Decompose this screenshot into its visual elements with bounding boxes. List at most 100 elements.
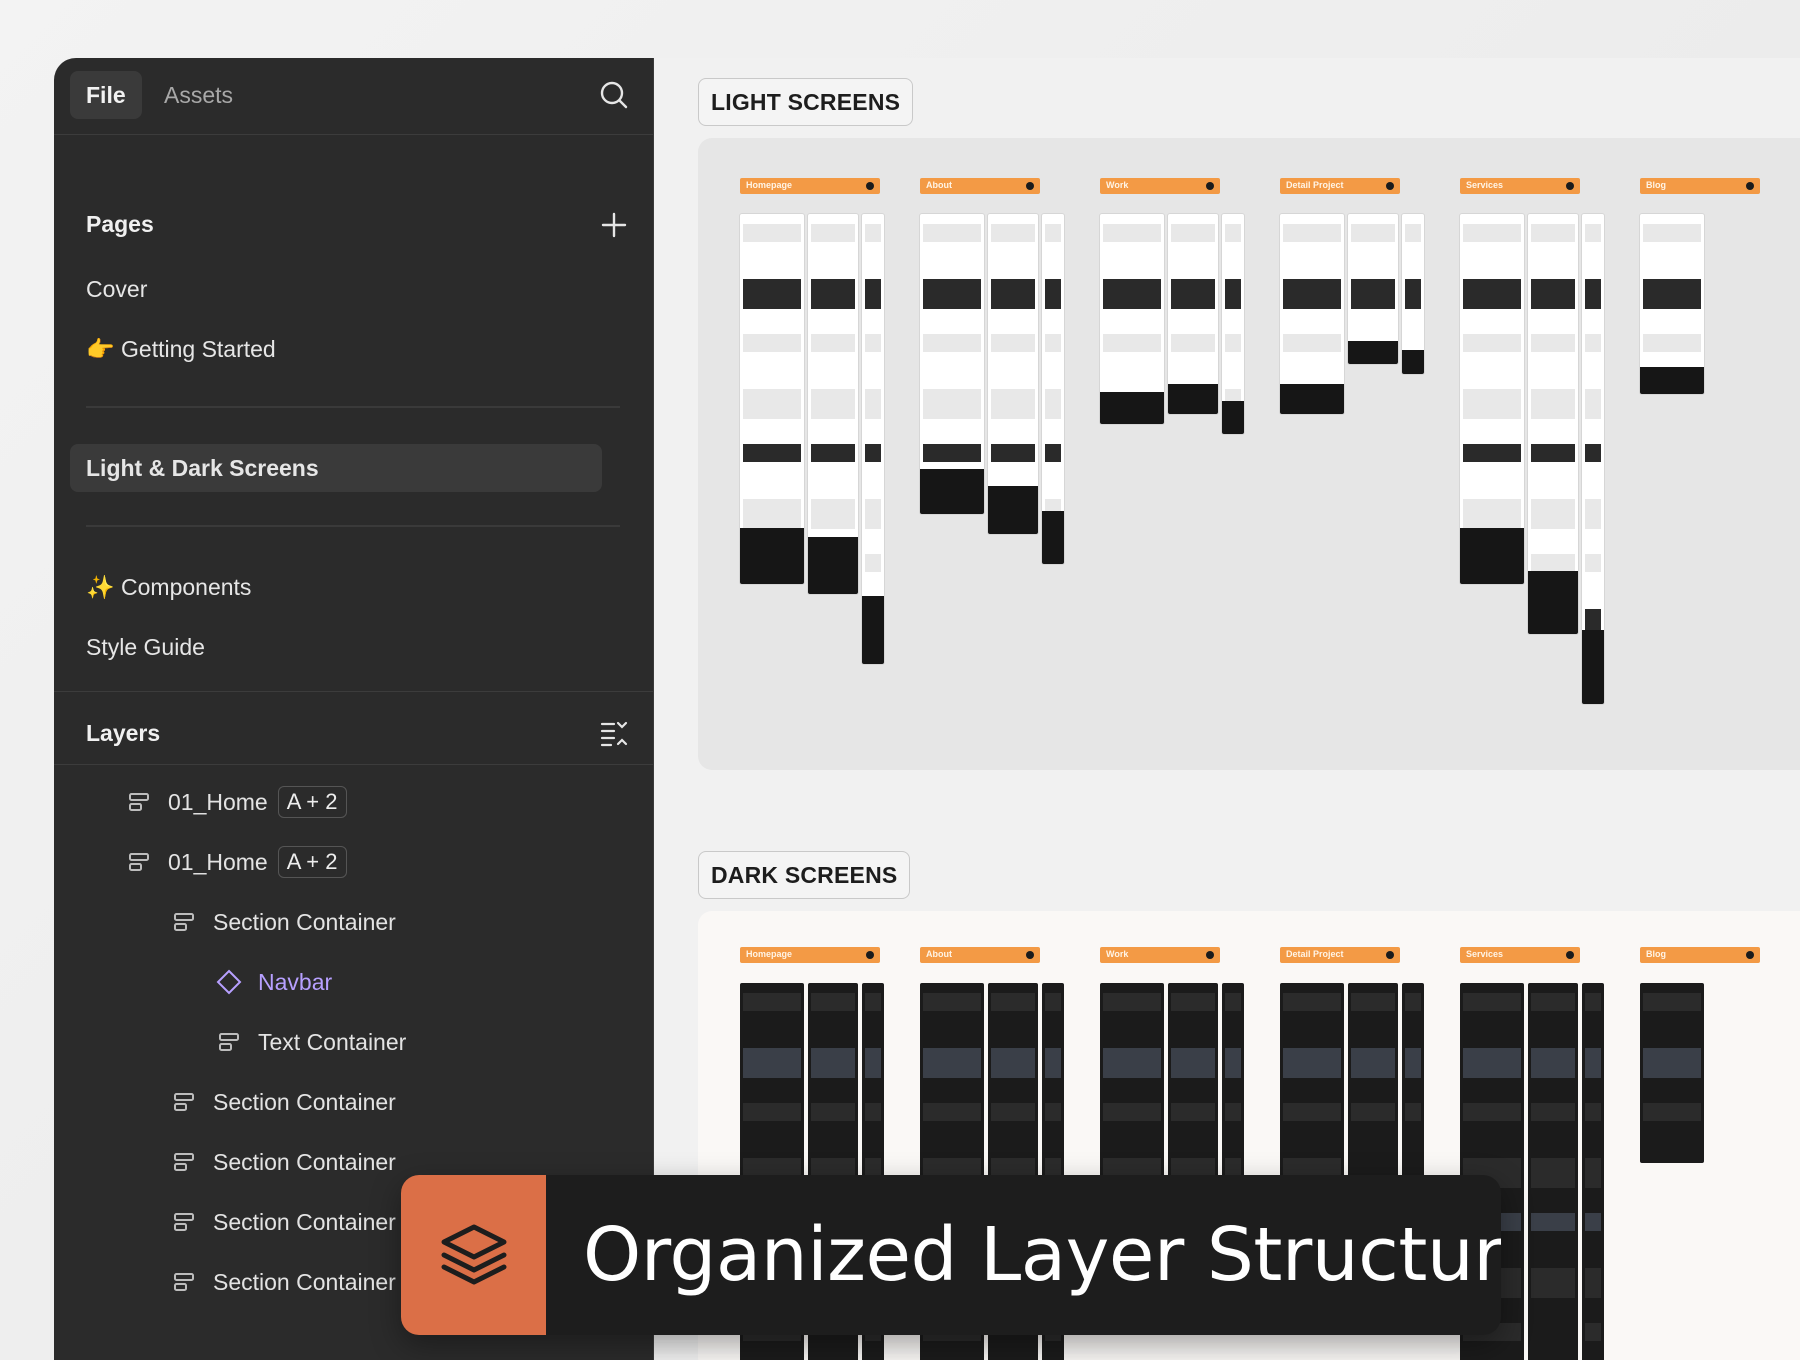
thumbnail-block — [1351, 224, 1395, 242]
thumbnail-block — [1405, 993, 1421, 1011]
thumbnail-block — [1531, 334, 1575, 352]
screen-thumbnail[interactable] — [1640, 214, 1704, 394]
dark-screens-label[interactable]: DARK SCREENS — [698, 851, 911, 899]
page-item-light-dark-screens[interactable]: Light & Dark Screens — [70, 444, 602, 492]
screen-tag[interactable]: Services — [1460, 947, 1580, 963]
layer-row[interactable]: 01_Home A + 2 — [126, 784, 347, 820]
toggle-dot-icon — [1386, 182, 1394, 190]
layer-row[interactable]: Section Container — [171, 904, 396, 940]
screen-thumbnail[interactable] — [1402, 983, 1424, 1193]
screen-thumbnail[interactable] — [1640, 983, 1704, 1163]
thumbnail-footer — [1528, 571, 1578, 634]
thumbnail-block — [991, 1048, 1035, 1078]
screen-thumbnail[interactable] — [1582, 983, 1604, 1360]
thumbnail-block — [1225, 993, 1241, 1011]
screen-tag[interactable]: About — [920, 947, 1040, 963]
add-page-icon[interactable] — [597, 208, 631, 242]
thumbnail-block — [923, 334, 981, 352]
screen-tag[interactable]: About — [920, 178, 1040, 194]
page-item-style-guide[interactable]: Style Guide — [86, 634, 205, 661]
thumbnail-block — [1171, 1048, 1215, 1078]
light-screens-label[interactable]: LIGHT SCREENS — [698, 78, 914, 126]
layer-row[interactable]: Text Container — [216, 1024, 406, 1060]
stack-icon — [171, 1089, 197, 1115]
screen-thumbnail[interactable] — [1222, 214, 1244, 434]
thumbnail-block — [865, 444, 881, 462]
screen-thumbnail[interactable] — [1280, 214, 1344, 414]
layer-row[interactable]: Section Container — [171, 1084, 396, 1120]
screen-thumbnail[interactable] — [1402, 214, 1424, 374]
toggle-dot-icon — [866, 951, 874, 959]
screen-thumbnail[interactable] — [1348, 214, 1398, 364]
stack-icon — [171, 909, 197, 935]
screen-tag-label: About — [926, 180, 952, 190]
screen-tag[interactable]: Work — [1100, 178, 1220, 194]
thumbnail-block — [865, 554, 881, 572]
layer-name: Section Container — [213, 1208, 396, 1235]
page-item-getting-started[interactable]: 👉 Getting Started — [86, 336, 276, 363]
thumbnail-block — [1643, 993, 1701, 1011]
layer-name: 01_Home — [168, 788, 268, 815]
screen-tag[interactable]: Blog — [1640, 178, 1760, 194]
layer-row[interactable]: Navbar — [216, 964, 332, 1000]
layer-name: 01_Home — [168, 848, 268, 875]
screen-tag[interactable]: Detail Project — [1280, 947, 1400, 963]
thumbnail-block — [1225, 279, 1241, 309]
screen-thumbnail[interactable] — [1042, 214, 1064, 564]
thumbnail-block — [865, 499, 881, 529]
thumbnail-block — [1283, 224, 1341, 242]
screen-tag-label: Blog — [1646, 949, 1666, 959]
thumbnail-footer — [1348, 341, 1398, 364]
screen-thumbnail[interactable] — [1460, 214, 1524, 584]
tab-assets[interactable]: Assets — [148, 71, 249, 119]
thumbnail-block — [1405, 1048, 1421, 1078]
screen-thumbnail[interactable] — [1528, 214, 1578, 634]
thumbnail-block — [743, 993, 801, 1011]
screen-thumbnail[interactable] — [1528, 983, 1578, 1360]
screen-thumbnail[interactable] — [740, 214, 804, 584]
screen-thumbnail[interactable] — [1348, 983, 1398, 1183]
screen-thumbnail[interactable] — [1582, 214, 1604, 704]
collapse-layers-icon[interactable] — [597, 716, 631, 750]
thumbnail-block — [923, 1048, 981, 1078]
layer-row[interactable]: Section Container — [171, 1264, 396, 1300]
thumbnail-footer — [920, 469, 984, 514]
layer-row[interactable]: Section Container — [171, 1144, 396, 1180]
thumbnail-block — [865, 1048, 881, 1078]
banner-title: Organized Layer Structure — [583, 1212, 1501, 1298]
thumbnail-block — [1531, 993, 1575, 1011]
toggle-dot-icon — [1026, 951, 1034, 959]
screen-tag[interactable]: Services — [1460, 178, 1580, 194]
thumbnail-block — [1351, 1103, 1395, 1121]
screen-thumbnail[interactable] — [920, 214, 984, 514]
thumbnail-block — [811, 1048, 855, 1078]
screen-tag[interactable]: Detail Project — [1280, 178, 1400, 194]
design-canvas[interactable]: LIGHT SCREENS Homepage About Work Detail Pr… — [654, 58, 1800, 1360]
page-item-components[interactable]: ✨ Components — [86, 574, 251, 601]
thumbnail-block — [743, 444, 801, 462]
light-screens-frame[interactable]: Homepage About Work Detail Project Services B… — [698, 138, 1800, 770]
layers-divider — [54, 764, 653, 765]
screen-thumbnail[interactable] — [1168, 214, 1218, 414]
thumbnail-block — [923, 389, 981, 419]
screen-tag[interactable]: Work — [1100, 947, 1220, 963]
thumbnail-block — [811, 389, 855, 419]
screen-thumbnail[interactable] — [1100, 214, 1164, 424]
screen-tag[interactable]: Blog — [1640, 947, 1760, 963]
thumbnail-block — [1103, 224, 1161, 242]
screen-thumbnail[interactable] — [862, 214, 884, 664]
thumbnail-block — [991, 993, 1035, 1011]
screen-tag[interactable]: Homepage — [740, 178, 880, 194]
search-icon[interactable] — [597, 78, 631, 112]
page-item-cover[interactable]: Cover — [86, 276, 147, 303]
layer-row[interactable]: Section Container — [171, 1204, 396, 1240]
tab-file[interactable]: File — [70, 71, 142, 119]
screen-thumbnail[interactable] — [808, 214, 858, 594]
screen-tag[interactable]: Homepage — [740, 947, 880, 963]
screen-thumbnail[interactable] — [988, 214, 1038, 534]
layer-row[interactable]: 01_Home A + 2 — [126, 844, 347, 880]
thumbnail-block — [865, 224, 881, 242]
thumbnail-footer — [862, 596, 884, 664]
thumbnail-block — [1585, 224, 1601, 242]
toggle-dot-icon — [1746, 951, 1754, 959]
